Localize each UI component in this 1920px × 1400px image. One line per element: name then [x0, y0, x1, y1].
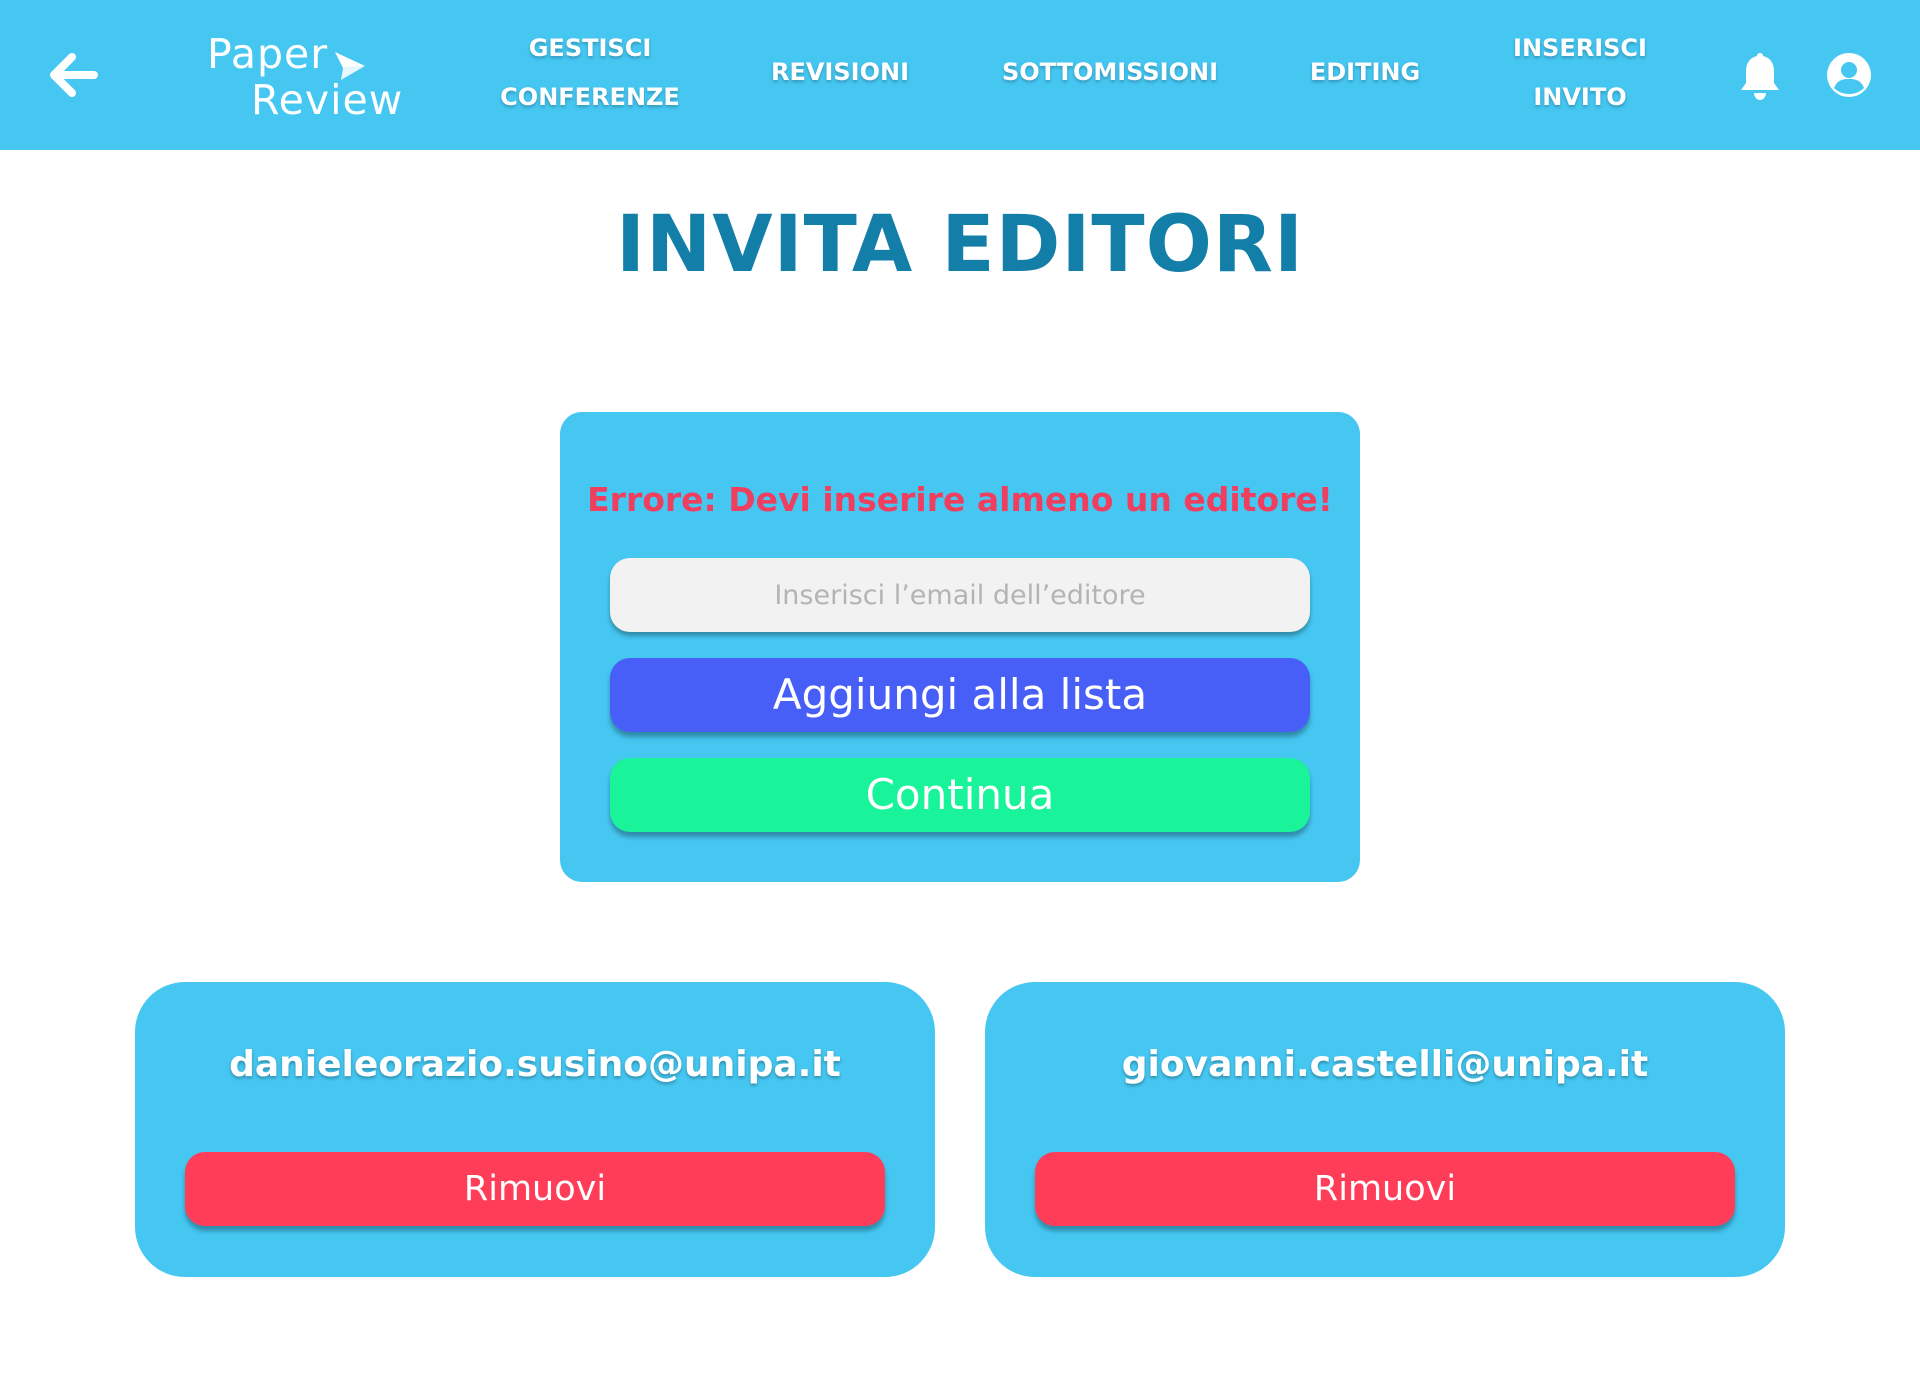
editor-email: danieleorazio.susino@unipa.it	[229, 1044, 841, 1085]
editor-card: danieleorazio.susino@unipa.it Rimuovi	[135, 982, 935, 1277]
nav-revisioni[interactable]: REVISIONI	[740, 48, 940, 97]
continue-button[interactable]: Continua	[610, 758, 1310, 832]
nav-sottomissioni[interactable]: SOTTOMISSIONI	[980, 48, 1240, 97]
top-navbar: Paper Review GESTISCI CONFERENZE REVISIO…	[0, 0, 1920, 150]
notifications-button[interactable]	[1736, 50, 1784, 102]
paper-review-logo[interactable]: Paper Review	[205, 26, 405, 126]
page-title: INVITA EDITORI	[615, 200, 1304, 290]
arrow-left-icon	[50, 53, 98, 97]
nav-gestisci-conferenze[interactable]: GESTISCI CONFERENZE	[470, 24, 710, 122]
user-circle-icon	[1827, 53, 1871, 97]
nav-inserisci-invito[interactable]: INSERISCI INVITO	[1480, 24, 1680, 122]
nav-editing[interactable]: EDITING	[1275, 48, 1455, 97]
profile-button[interactable]	[1826, 52, 1872, 98]
editor-card: giovanni.castelli@unipa.it Rimuovi	[985, 982, 1785, 1277]
remove-editor-button[interactable]: Rimuovi	[185, 1152, 885, 1226]
logo-text-review: Review	[251, 76, 404, 124]
back-button[interactable]	[44, 45, 104, 105]
editor-email: giovanni.castelli@unipa.it	[1121, 1044, 1649, 1085]
invite-form-card: Errore: Devi inserire almeno un editore!…	[560, 412, 1360, 882]
logo-text-paper: Paper	[207, 30, 329, 78]
editor-email-input[interactable]	[610, 558, 1310, 632]
remove-editor-button[interactable]: Rimuovi	[1035, 1152, 1735, 1226]
bell-icon	[1741, 53, 1779, 100]
add-to-list-button[interactable]: Aggiungi alla lista	[610, 658, 1310, 732]
error-message: Errore: Devi inserire almeno un editore!	[587, 480, 1333, 519]
